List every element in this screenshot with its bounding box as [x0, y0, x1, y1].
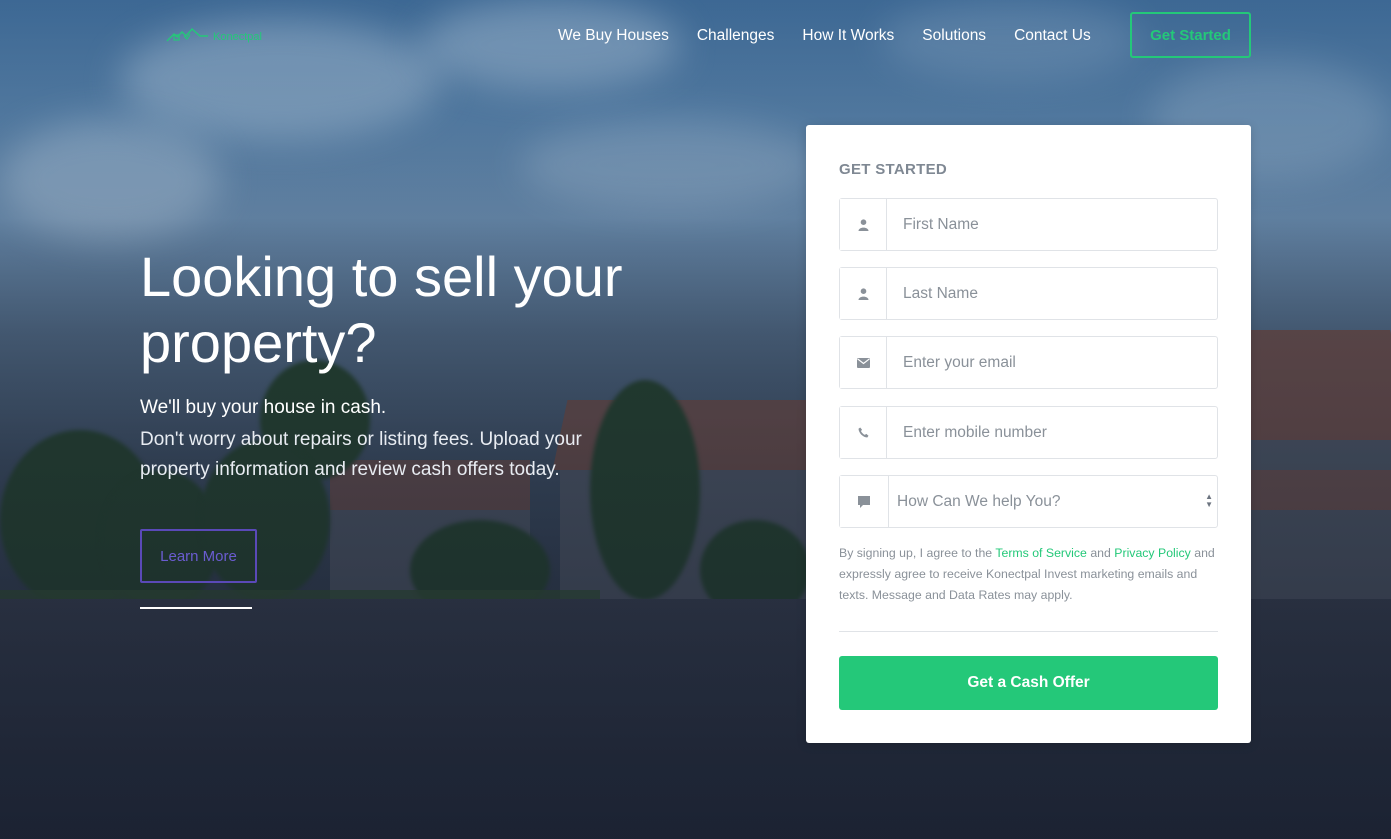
get-started-form-card: GET STARTED How Can We help You? ▲▼	[806, 125, 1251, 743]
terms-of-service-link[interactable]: Terms of Service	[995, 546, 1087, 560]
hero-tagline: We'll buy your house in cash.	[140, 397, 387, 418]
help-select[interactable]: How Can We help You? ▲ ▼	[889, 476, 1217, 527]
help-select-field: How Can We help You? ▲ ▼	[839, 475, 1218, 528]
form-divider	[839, 631, 1218, 632]
terms-text: By signing up, I agree to the Terms of S…	[839, 543, 1224, 606]
mobile-input[interactable]	[887, 407, 1217, 458]
hero-description: Don't worry about repairs or listing fee…	[140, 429, 582, 480]
nav-item-we-buy-houses[interactable]: We Buy Houses	[558, 26, 669, 46]
nav-item-challenges[interactable]: Challenges	[697, 26, 775, 46]
email-field	[839, 336, 1218, 389]
hero-divider	[140, 607, 252, 609]
house-logo-icon	[166, 26, 210, 47]
help-select-value: How Can We help You?	[897, 492, 1061, 510]
get-cash-offer-button[interactable]: Get a Cash Offer	[839, 656, 1218, 710]
terms-and: and	[1086, 546, 1115, 560]
nav-item-solutions[interactable]: Solutions	[922, 26, 986, 46]
user-icon	[840, 268, 887, 319]
nav-item-how-it-works[interactable]: How It Works	[802, 26, 894, 46]
form-title: GET STARTED	[839, 161, 948, 178]
comment-icon	[840, 476, 889, 527]
user-icon	[840, 199, 887, 250]
email-input[interactable]	[887, 337, 1217, 388]
last-name-field	[839, 267, 1218, 320]
last-name-input[interactable]	[887, 268, 1217, 319]
get-started-button[interactable]: Get Started	[1130, 12, 1251, 58]
brand-name: Konectpal	[213, 30, 262, 43]
first-name-field	[839, 198, 1218, 251]
select-arrows-icon: ▲ ▼	[1205, 492, 1213, 509]
main-nav: We Buy Houses Challenges How It Works So…	[558, 26, 1119, 46]
phone-icon	[840, 407, 887, 458]
brand-logo[interactable]: Konectpal	[166, 26, 262, 47]
learn-more-button[interactable]: Learn More	[140, 529, 257, 583]
envelope-icon	[840, 337, 887, 388]
terms-prefix: By signing up, I agree to the	[839, 546, 996, 560]
hero-title: Looking to sell your property?	[140, 245, 623, 374]
nav-item-contact-us[interactable]: Contact Us	[1014, 26, 1091, 46]
first-name-input[interactable]	[887, 199, 1217, 250]
mobile-field	[839, 406, 1218, 459]
privacy-policy-link[interactable]: Privacy Policy	[1114, 546, 1191, 560]
